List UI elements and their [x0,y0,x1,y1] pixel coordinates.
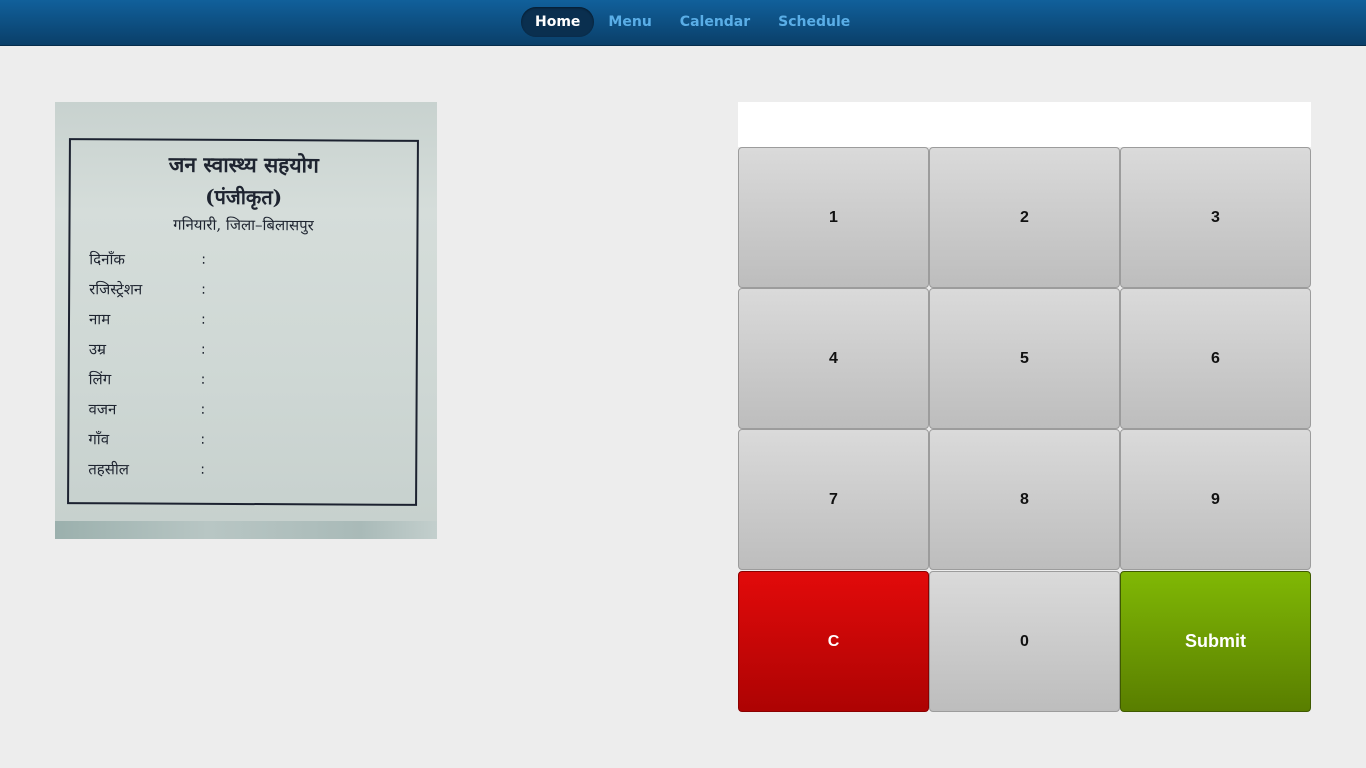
form-field-colon: : [201,281,206,298]
form-subtitle: (पंजीकृत) [205,184,283,210]
key-3-button[interactable]: 3 [1120,147,1311,288]
form-field-colon: : [200,461,205,478]
form-field-age-label: उम्र [88,340,107,359]
key-7-button[interactable]: 7 [738,429,929,570]
form-field-name-label: नाम [88,310,111,329]
nav-menu: Home Menu Calendar Schedule [521,7,864,37]
clear-button[interactable]: C [738,571,929,712]
form-field-registration-label: रजिस्ट्रेशन [89,280,143,299]
key-2-button[interactable]: 2 [929,147,1120,288]
key-0-button[interactable]: 0 [929,571,1120,712]
form-field-weight-label: वजन [88,400,117,419]
photo-background-strip [55,521,437,539]
nav-item-menu[interactable]: Menu [594,7,665,37]
nav-item-home[interactable]: Home [521,7,595,37]
nav-item-calendar[interactable]: Calendar [666,7,764,37]
key-6-button[interactable]: 6 [1120,288,1311,429]
form-field-colon: : [200,371,206,388]
submit-button[interactable]: Submit [1120,571,1311,712]
form-field-colon: : [200,341,206,358]
form-field-village-label: गाँव [88,430,110,449]
keypad-display-input[interactable] [738,102,1311,147]
top-navigation-bar: Home Menu Calendar Schedule [0,0,1366,46]
form-location: गनियारी, जिला–बिलासपुर [173,215,314,235]
form-field-colon: : [200,311,206,328]
key-4-button[interactable]: 4 [738,288,929,429]
form-field-colon: : [200,401,206,418]
key-1-button[interactable]: 1 [738,147,929,288]
form-field-colon: : [201,251,207,268]
form-field-tehsil-label: तहसील [88,460,129,479]
key-5-button[interactable]: 5 [929,288,1120,429]
key-8-button[interactable]: 8 [929,429,1120,570]
form-field-colon: : [200,431,206,448]
form-field-gender-label: लिंग [88,370,112,389]
form-title: जन स्वास्थ्य सहयोग [168,151,319,178]
nav-item-schedule[interactable]: Schedule [764,7,864,37]
registration-form-photo: जन स्वास्थ्य सहयोग (पंजीकृत) गनियारी, जि… [55,102,437,539]
form-border: जन स्वास्थ्य सहयोग (पंजीकृत) गनियारी, जि… [67,138,419,506]
form-field-date-label: दिनाँक [89,250,125,269]
key-9-button[interactable]: 9 [1120,429,1311,570]
